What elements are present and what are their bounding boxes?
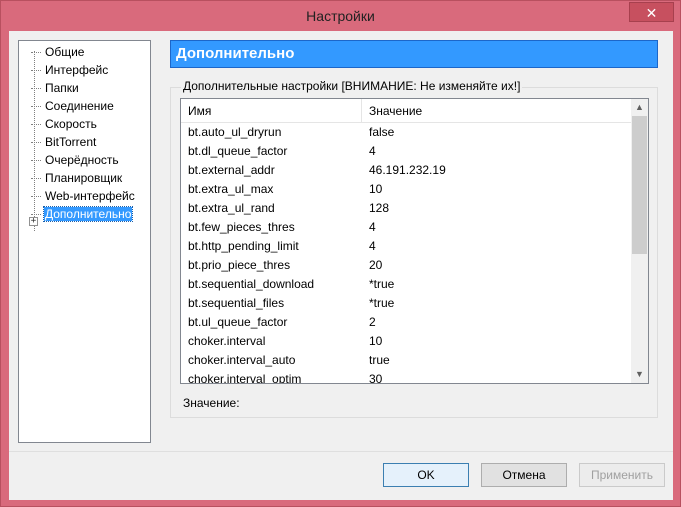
setting-value: 4 xyxy=(369,220,376,234)
apply-button[interactable]: Применить xyxy=(579,463,665,487)
settings-list[interactable]: Имя Значение bt.auto_ul_dryrun false bt.dl… xyxy=(180,98,649,384)
setting-name: bt.ul_queue_factor xyxy=(188,315,288,329)
settings-tree[interactable]: Общие Интерфейс Папки Соединение Скорост… xyxy=(18,40,151,443)
setting-name: choker.interval xyxy=(188,334,266,348)
setting-name: choker.interval_auto xyxy=(188,353,296,367)
tree-item-bittorrent[interactable]: BitTorrent xyxy=(31,134,97,151)
tree-item-connection[interactable]: Соединение xyxy=(31,98,115,115)
setting-value: 4 xyxy=(369,239,376,253)
table-row[interactable]: bt.few_pieces_thres 4 xyxy=(181,218,632,237)
setting-name: bt.prio_piece_thres xyxy=(188,258,291,272)
setting-value: *true xyxy=(369,277,395,291)
setting-value: 4 xyxy=(369,144,376,158)
setting-name: bt.http_pending_limit xyxy=(188,239,299,253)
table-row[interactable]: bt.auto_ul_dryrun false xyxy=(181,123,632,142)
table-row[interactable]: bt.prio_piece_thres 20 xyxy=(181,256,632,275)
setting-value: 2 xyxy=(369,315,376,329)
tree-item-general[interactable]: Общие xyxy=(31,44,85,61)
table-row[interactable]: bt.extra_ul_max 10 xyxy=(181,180,632,199)
tree-item-label: Папки xyxy=(45,81,79,95)
window-title: Настройки xyxy=(306,8,375,24)
setting-value: 10 xyxy=(369,182,383,196)
value-label: Значение: xyxy=(183,396,240,410)
vertical-scrollbar[interactable]: ▲ ▼ xyxy=(631,99,648,383)
setting-value: 10 xyxy=(369,334,383,348)
table-row[interactable]: bt.sequential_download *true xyxy=(181,275,632,294)
setting-name: bt.extra_ul_rand xyxy=(188,201,275,215)
tree-item-interface[interactable]: Интерфейс xyxy=(31,62,109,79)
column-header-value[interactable]: Значение xyxy=(362,99,632,123)
cancel-button[interactable]: Отмена xyxy=(481,463,567,487)
setting-value: true xyxy=(369,353,390,367)
dialog-client: Общие Интерфейс Папки Соединение Скорост… xyxy=(9,31,673,500)
table-row[interactable]: choker.interval_optim 30 xyxy=(181,370,632,384)
tree-item-advanced[interactable]: Дополнительно xyxy=(31,206,134,223)
tree-item-label: Очерёдность xyxy=(45,153,119,167)
table-row[interactable]: bt.http_pending_limit 4 xyxy=(181,237,632,256)
title-bar[interactable]: Настройки ✕ xyxy=(1,1,680,31)
tree-item-label: Общие xyxy=(45,45,85,59)
close-button[interactable]: ✕ xyxy=(629,2,674,22)
page-title: Дополнительно xyxy=(170,40,658,68)
setting-name: bt.auto_ul_dryrun xyxy=(188,125,282,139)
list-rows: bt.auto_ul_dryrun false bt.dl_queue_factor… xyxy=(181,123,632,384)
table-row[interactable]: choker.interval 10 xyxy=(181,332,632,351)
setting-name: bt.dl_queue_factor xyxy=(188,144,288,158)
column-header-name[interactable]: Имя xyxy=(181,99,362,123)
tree-item-label: BitTorrent xyxy=(45,135,97,149)
group-caption: Дополнительные настройки [ВНИМАНИЕ: Не и… xyxy=(181,79,523,93)
tree-item-queueing[interactable]: Очерёдность xyxy=(31,152,120,169)
setting-name: choker.interval_optim xyxy=(188,372,302,384)
list-header: Имя Значение xyxy=(181,99,632,123)
table-row[interactable]: bt.extra_ul_rand 128 xyxy=(181,199,632,218)
setting-name: bt.sequential_files xyxy=(188,296,285,310)
tree-item-label: Скорость xyxy=(45,117,97,131)
tree-item-folders[interactable]: Папки xyxy=(31,80,80,97)
tree-item-label: Планировщик xyxy=(45,171,123,185)
setting-value: 46.191.232.19 xyxy=(369,163,446,177)
scroll-down-icon[interactable]: ▼ xyxy=(631,366,648,383)
setting-value: false xyxy=(369,125,395,139)
tree-item-scheduler[interactable]: Планировщик xyxy=(31,170,123,187)
scrollbar-thumb[interactable] xyxy=(632,116,647,254)
tree-item-web-interface[interactable]: Web-интерфейс xyxy=(31,188,136,205)
tree-item-label: Web-интерфейс xyxy=(45,189,135,203)
scroll-up-icon[interactable]: ▲ xyxy=(631,99,648,116)
dialog-footer: OK Отмена Применить xyxy=(9,451,673,500)
table-row[interactable]: bt.sequential_files *true xyxy=(181,294,632,313)
tree-item-label: Соединение xyxy=(45,99,114,113)
setting-name: bt.extra_ul_max xyxy=(188,182,274,196)
setting-value: 20 xyxy=(369,258,383,272)
table-row[interactable]: bt.dl_queue_factor 4 xyxy=(181,142,632,161)
setting-value: 128 xyxy=(369,201,390,215)
setting-name: bt.few_pieces_thres xyxy=(188,220,295,234)
settings-window: Настройки ✕ Общие Интерфейс Папки Соедин… xyxy=(0,0,681,507)
table-row[interactable]: bt.external_addr 46.191.232.19 xyxy=(181,161,632,180)
advanced-settings-group: Дополнительные настройки [ВНИМАНИЕ: Не и… xyxy=(170,79,658,418)
setting-value: 30 xyxy=(369,372,383,384)
tree-item-speed[interactable]: Скорость xyxy=(31,116,98,133)
tree-item-label: Интерфейс xyxy=(45,63,109,77)
setting-name: bt.external_addr xyxy=(188,163,275,177)
table-row[interactable]: bt.ul_queue_factor 2 xyxy=(181,313,632,332)
setting-name: bt.sequential_download xyxy=(188,277,315,291)
ok-button[interactable]: OK xyxy=(383,463,469,487)
setting-value: *true xyxy=(369,296,395,310)
table-row[interactable]: choker.interval_auto true xyxy=(181,351,632,370)
tree-item-label: Дополнительно xyxy=(42,206,134,222)
